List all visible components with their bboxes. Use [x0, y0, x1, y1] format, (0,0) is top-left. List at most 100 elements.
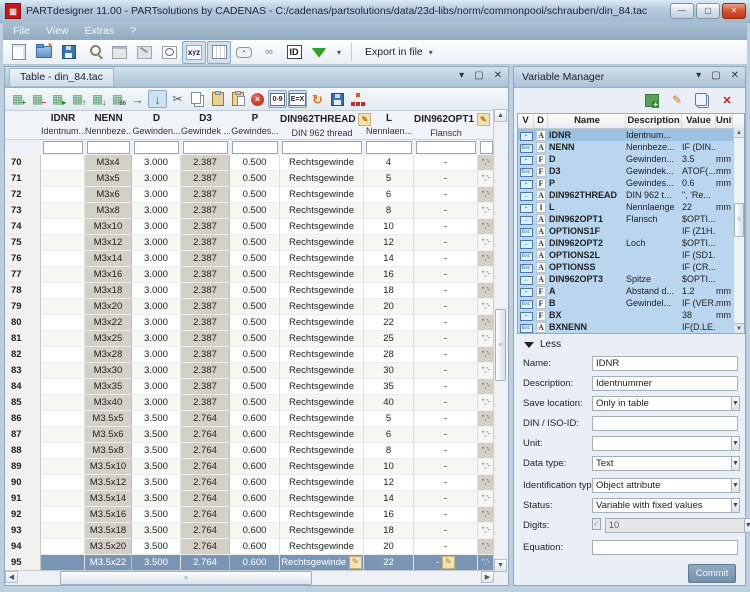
cell-p[interactable]: 0.600 [230, 459, 280, 475]
cell-d[interactable]: 3.000 [132, 379, 181, 395]
cell-nenn[interactable]: M3x14 [85, 251, 132, 267]
chevron-down-icon[interactable]: ▼ [732, 436, 740, 451]
table-row[interactable]: 77M3x163.0002.3870.500Rechtsgewinde16-",… [5, 267, 495, 283]
cell-p[interactable]: 0.500 [230, 155, 280, 171]
table-view-button[interactable] [207, 41, 231, 64]
cell-din962thread[interactable]: Rechtsgewinde [280, 299, 364, 315]
din-iso-id-field[interactable] [592, 416, 738, 431]
panel-menu-icon[interactable]: ▾ [696, 70, 701, 82]
cell-idnr[interactable] [41, 427, 85, 443]
cell-d3[interactable]: 2.387 [181, 283, 230, 299]
cell-l[interactable]: 18 [364, 283, 414, 299]
cell-nenn[interactable]: M3x12 [85, 235, 132, 251]
row-number[interactable]: 85 [5, 395, 41, 411]
row-number[interactable]: 81 [5, 331, 41, 347]
cell-d[interactable]: 3.000 [132, 315, 181, 331]
variable-header-description[interactable]: Description [626, 114, 682, 128]
id-button[interactable]: ID [282, 41, 306, 64]
variable-name[interactable]: L [548, 201, 626, 213]
cell-d[interactable]: 3.500 [132, 555, 181, 571]
cell-d[interactable]: 3.000 [132, 347, 181, 363]
variable-row[interactable]: ▪FAAbstand d...1.2mm [518, 285, 744, 297]
row-number[interactable]: 73 [5, 203, 41, 219]
variable-row[interactable]: ▪ILNennlaenge22mm [518, 201, 744, 213]
new-button[interactable] [7, 41, 31, 64]
cell-din962opt1[interactable]: - [414, 331, 478, 347]
cell-idnr[interactable] [41, 491, 85, 507]
variable-name[interactable]: A [548, 285, 626, 297]
cell-nenn[interactable]: M3x28 [85, 347, 132, 363]
cell-din962thread[interactable]: Rechtsgewinde [280, 235, 364, 251]
cell-p[interactable]: 0.600 [230, 507, 280, 523]
filter-input[interactable] [366, 141, 412, 154]
cell-p[interactable]: 0.600 [230, 411, 280, 427]
cell-idnr[interactable] [41, 235, 85, 251]
cell-p[interactable]: 0.500 [230, 187, 280, 203]
cell-din962thread[interactable]: Rechtsgewinde [280, 395, 364, 411]
cell-din962thread[interactable]: Rechtsgewinde [280, 379, 364, 395]
cell-din962thread[interactable]: Rechtsgewinde [280, 347, 364, 363]
refresh-button[interactable]: ↻ [308, 90, 327, 108]
cell-d[interactable]: 3.000 [132, 395, 181, 411]
row-number[interactable]: 70 [5, 155, 41, 171]
cell-d3[interactable]: 2.387 [181, 187, 230, 203]
cell-d3[interactable]: 2.387 [181, 219, 230, 235]
cell-din962opt1[interactable]: - [414, 235, 478, 251]
variable-header-name[interactable]: Name [548, 114, 626, 128]
row-number[interactable]: 80 [5, 315, 41, 331]
table-panel-tab[interactable]: Table - din_84.tac [9, 68, 114, 86]
table-row[interactable]: 91M3.5x143.5002.7640.600Rechtsgewinde14-… [5, 491, 495, 507]
cell-l[interactable]: 10 [364, 459, 414, 475]
cell-din962thread[interactable]: Rechtsgewinde [280, 491, 364, 507]
cell-d3[interactable]: 2.764 [181, 555, 230, 571]
cell-d[interactable]: 3.000 [132, 299, 181, 315]
chevron-down-icon[interactable]: ▼ [732, 498, 740, 513]
row-number[interactable]: 72 [5, 187, 41, 203]
cell-d3[interactable]: 2.387 [181, 235, 230, 251]
row-number[interactable]: 76 [5, 251, 41, 267]
variables-view-button[interactable]: xyz [182, 41, 206, 64]
scroll-up-icon[interactable]: ▲ [494, 109, 507, 122]
cell-idnr[interactable] [41, 155, 85, 171]
cell-din962thread[interactable]: Rechtsgewinde [280, 203, 364, 219]
column-header-d3[interactable]: D3 Gewindek ... [181, 111, 230, 139]
cell-p[interactable]: 0.500 [230, 283, 280, 299]
row-number[interactable]: 86 [5, 411, 41, 427]
window-view-button[interactable] [107, 41, 131, 64]
variable-row[interactable]: ▪FDGewinden...3.5mm [518, 153, 744, 165]
cell-l[interactable]: 14 [364, 491, 414, 507]
chevron-down-icon[interactable]: ▼ [732, 456, 740, 471]
table-row[interactable]: 72M3x63.0002.3870.500Rechtsgewinde6-",'- [5, 187, 495, 203]
cell-p[interactable]: 0.500 [230, 331, 280, 347]
minimize-button[interactable]: — [670, 3, 694, 19]
cell-d[interactable]: 3.000 [132, 267, 181, 283]
variable-row[interactable]: ExcAOPTIONS1FIF (Z1H... [518, 225, 744, 237]
column-header-idnr[interactable]: IDNR Identnum... [41, 111, 85, 139]
cell-p[interactable]: 0.600 [230, 475, 280, 491]
cell-idnr[interactable] [41, 331, 85, 347]
cell-l[interactable]: 22 [364, 555, 414, 571]
variable-name[interactable]: NENN [548, 141, 626, 153]
paste-button[interactable] [208, 90, 227, 108]
cell-l[interactable]: 25 [364, 331, 414, 347]
cell-idnr[interactable] [41, 411, 85, 427]
cell-l[interactable]: 6 [364, 427, 414, 443]
cell-idnr[interactable] [41, 475, 85, 491]
table-row[interactable]: 85M3x403.0002.3870.500Rechtsgewinde40-",… [5, 395, 495, 411]
table-row[interactable]: 90M3.5x123.5002.7640.600Rechtsgewinde12-… [5, 475, 495, 491]
cell-nenn[interactable]: M3x35 [85, 379, 132, 395]
sketch-button[interactable] [157, 41, 181, 64]
cell-d3[interactable]: 2.387 [181, 171, 230, 187]
cell-din962opt1[interactable]: - [414, 523, 478, 539]
cell-idnr[interactable] [41, 459, 85, 475]
scroll-down-icon[interactable]: ▼ [494, 559, 507, 572]
delete-variable-button[interactable]: ✕ [719, 93, 735, 108]
cell-idnr[interactable] [41, 379, 85, 395]
close-button[interactable]: ✕ [722, 3, 746, 19]
variable-header-d[interactable]: D [534, 114, 548, 128]
show-values-button[interactable]: 0-9 [268, 90, 287, 108]
cell-idnr[interactable] [41, 267, 85, 283]
table-row[interactable]: 76M3x143.0002.3870.500Rechtsgewinde14-",… [5, 251, 495, 267]
table-row[interactable]: 93M3.5x183.5002.7640.600Rechtsgewinde18-… [5, 523, 495, 539]
row-number[interactable]: 82 [5, 347, 41, 363]
